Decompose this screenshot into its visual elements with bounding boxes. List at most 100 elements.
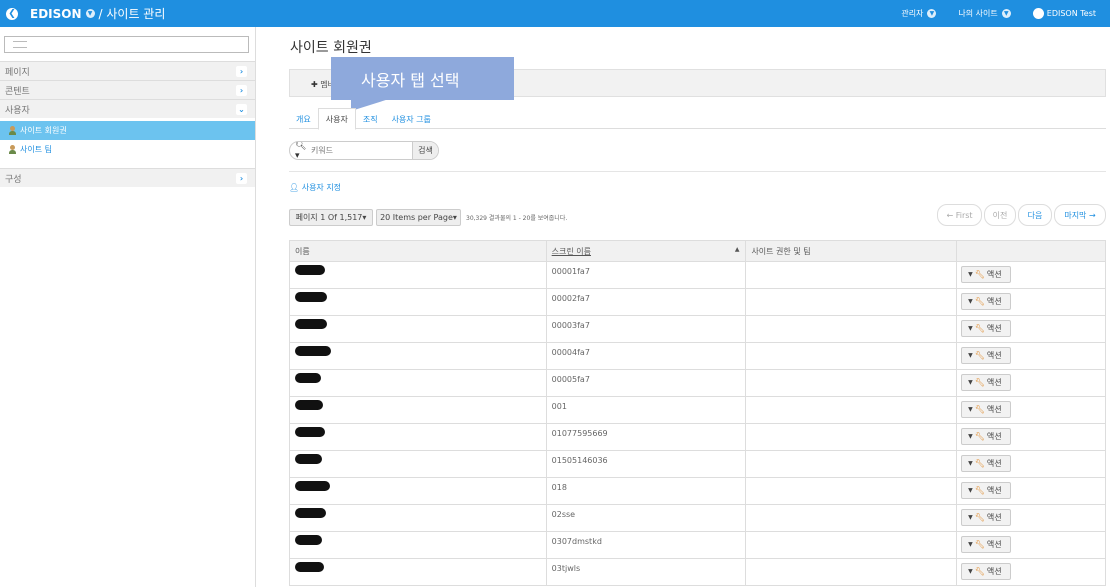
sidebar-item-label: 사이트 팀 <box>20 145 52 154</box>
sidebar-search-input[interactable] <box>4 36 249 53</box>
table-row[interactable]: 02sse ▼ 🔧︎ 액션 <box>289 504 1106 532</box>
actions-cell: ▼ 🔧︎ 액션 <box>956 315 1106 343</box>
page-select-button[interactable]: 페이지 1 Of 1,517 ▾ <box>289 209 373 226</box>
action-button[interactable]: ▼ 🔧︎ 액션 <box>961 266 1012 283</box>
column-actions <box>956 240 1106 262</box>
action-label: 액션 <box>986 324 1002 333</box>
caret-down-icon: ▼ <box>968 541 973 548</box>
search-input[interactable] <box>307 142 412 159</box>
table-row[interactable]: 01077595669 ▼ 🔧︎ 액션 <box>289 423 1106 451</box>
table-row[interactable]: 00004fa7 ▼ 🔧︎ 액션 <box>289 342 1106 370</box>
tab-users[interactable]: 사용자 <box>317 108 356 130</box>
caret-down-icon: ▼ <box>968 271 973 278</box>
action-button[interactable]: ▼ 🔧︎ 액션 <box>961 563 1012 580</box>
action-button[interactable]: ▼ 🔧︎ 액션 <box>961 428 1012 445</box>
table-row[interactable]: 00005fa7 ▼ 🔧︎ 액션 <box>289 369 1106 397</box>
action-label: 액션 <box>986 513 1002 522</box>
name-cell <box>289 396 547 424</box>
table-row[interactable]: 00003fa7 ▼ 🔧︎ 액션 <box>289 315 1106 343</box>
table-row[interactable]: 00001fa7 ▼ 🔧︎ 액션 <box>289 261 1106 289</box>
page-select-label: 페이지 1 Of 1,517 <box>295 213 363 222</box>
assign-users-label: 사용자 지정 <box>301 183 342 192</box>
next-page-button[interactable]: 다음 <box>1018 204 1052 226</box>
table-row[interactable]: 001 ▼ 🔧︎ 액션 <box>289 396 1106 424</box>
assign-users-link[interactable]: 👤︎ 사용자 지정 <box>289 182 341 193</box>
name-cell <box>289 315 547 343</box>
search-icon[interactable]: 🔍︎▾ <box>295 142 308 159</box>
sidebar-section-pages[interactable]: 페이지 › <box>0 61 255 80</box>
user-menu[interactable]: EDISON Test <box>1032 8 1096 19</box>
per-page-label: 20 Items per Page <box>380 213 453 222</box>
action-button[interactable]: ▼ 🔧︎ 액션 <box>961 347 1012 364</box>
members-table: 이름 스크린 이름 ▲ 사이트 권한 및 팀 00001fa7 ▼ 🔧︎ 액션 0000… <box>289 240 1106 586</box>
caret-down-icon: ▼ <box>968 514 973 521</box>
sidebar-section-configuration[interactable]: 구성 › <box>0 168 255 187</box>
sidebar-item-site-memberships[interactable]: 사이트 회원권 <box>0 121 255 140</box>
table-row[interactable]: 00002fa7 ▼ 🔧︎ 액션 <box>289 288 1106 316</box>
screen-name-cell: 00004fa7 <box>545 342 747 370</box>
screen-name-cell: 01505146036 <box>545 450 747 478</box>
search-lines-icon <box>13 41 27 48</box>
last-page-button[interactable]: 마지막 → <box>1054 204 1106 226</box>
action-label: 액션 <box>986 270 1002 279</box>
caret-down-icon[interactable]: ▼ <box>85 9 95 18</box>
action-button[interactable]: ▼ 🔧︎ 액션 <box>961 293 1012 310</box>
tab-user-groups[interactable]: 사용자 그룹 <box>385 109 438 129</box>
search-button[interactable]: 검색 <box>411 142 438 159</box>
plus-icon: ✚ <box>311 80 318 89</box>
top-right-menu: 관리자 ▼ 나의 사이트 ▼ EDISON Test <box>901 0 1096 27</box>
action-label: 액션 <box>986 459 1002 468</box>
tab-overview[interactable]: 개요 <box>289 109 318 129</box>
action-button[interactable]: ▼ 🔧︎ 액션 <box>961 536 1012 553</box>
site-roles-cell <box>745 531 958 559</box>
redacted-name <box>295 454 322 464</box>
avatar <box>1032 8 1044 19</box>
sidebar-item-site-teams[interactable]: 사이트 팀 <box>0 140 255 159</box>
site-roles-cell <box>745 369 958 397</box>
table-row[interactable]: 018 ▼ 🔧︎ 액션 <box>289 477 1106 505</box>
sidebar-section-content[interactable]: 콘텐트 › <box>0 80 255 99</box>
actions-cell: ▼ 🔧︎ 액션 <box>956 450 1106 478</box>
prev-page-button[interactable]: 이전 <box>984 204 1016 226</box>
action-button[interactable]: ▼ 🔧︎ 액션 <box>961 509 1012 526</box>
name-cell <box>289 288 547 316</box>
admin-menu[interactable]: 관리자 ▼ <box>901 8 940 19</box>
caret-down-icon: ▼ <box>968 379 973 386</box>
site-roles-cell <box>745 342 958 370</box>
column-name[interactable]: 이름 <box>289 240 547 262</box>
screen-name-cell: 03tjwls <box>545 558 747 586</box>
brand-title[interactable]: EDISON <box>30 7 82 21</box>
wrench-icon: 🔧︎ <box>974 513 985 522</box>
screen-name-cell: 01077595669 <box>545 423 747 451</box>
caret-down-icon: ▼ <box>1001 9 1011 18</box>
name-cell <box>289 423 547 451</box>
wrench-icon: 🔧︎ <box>974 459 985 468</box>
back-icon[interactable]: ❮ <box>6 7 18 20</box>
table-header-row: 이름 스크린 이름 ▲ 사이트 권한 및 팀 <box>289 240 1106 262</box>
wrench-icon: 🔧︎ <box>974 297 985 306</box>
chevron-right-icon: › <box>236 66 247 77</box>
my-sites-menu[interactable]: 나의 사이트 ▼ <box>958 8 1014 19</box>
column-screen-name[interactable]: 스크린 이름 ▲ <box>545 240 747 262</box>
action-button[interactable]: ▼ 🔧︎ 액션 <box>961 320 1012 337</box>
screen-name-cell: 00001fa7 <box>545 261 747 289</box>
wrench-icon: 🔧︎ <box>974 432 985 441</box>
table-row[interactable]: 0307dmstkd ▼ 🔧︎ 액션 <box>289 531 1106 559</box>
name-cell <box>289 342 547 370</box>
admin-menu-label: 관리자 <box>901 9 924 18</box>
first-page-button[interactable]: ← First <box>937 204 982 226</box>
screen-name-cell: 00005fa7 <box>545 369 747 397</box>
column-screen-name-label: 스크린 이름 <box>551 246 591 256</box>
action-button[interactable]: ▼ 🔧︎ 액션 <box>961 401 1012 418</box>
per-page-button[interactable]: 20 Items per Page ▾ <box>376 209 461 226</box>
action-button[interactable]: ▼ 🔧︎ 액션 <box>961 455 1012 472</box>
my-sites-label: 나의 사이트 <box>958 9 998 18</box>
tab-organizations[interactable]: 조직 <box>356 109 385 129</box>
action-label: 액션 <box>986 486 1002 495</box>
action-button[interactable]: ▼ 🔧︎ 액션 <box>961 482 1012 499</box>
action-button[interactable]: ▼ 🔧︎ 액션 <box>961 374 1012 391</box>
table-row[interactable]: 01505146036 ▼ 🔧︎ 액션 <box>289 450 1106 478</box>
table-row[interactable]: 03tjwls ▼ 🔧︎ 액션 <box>289 558 1106 586</box>
screen-name-cell: 00002fa7 <box>545 288 747 316</box>
sidebar-section-users[interactable]: 사용자 ⌄ <box>0 99 255 118</box>
